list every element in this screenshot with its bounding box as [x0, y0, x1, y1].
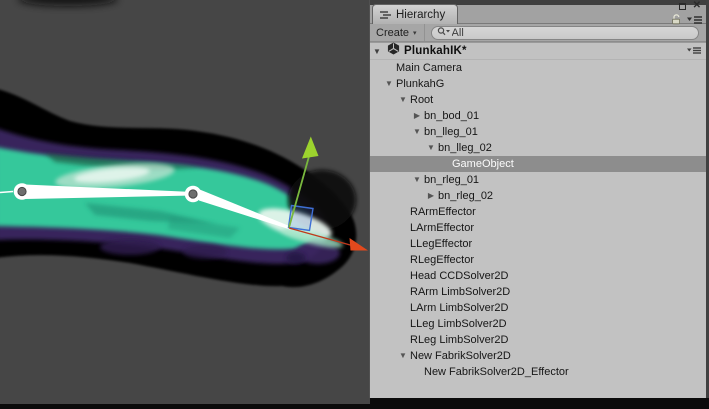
- tree-row[interactable]: LArm LimbSolver2D: [370, 300, 706, 316]
- hierarchy-tree: Main Camera▼PlunkahG▼Root▶bn_bod_01▼bn_l…: [370, 60, 706, 398]
- tree-row-label: LArmEffector: [410, 220, 478, 236]
- search-icon: [437, 24, 450, 42]
- panel-tab-bar: Hierarchy ✕: [370, 0, 706, 24]
- tree-row[interactable]: RLegEffector: [370, 252, 706, 268]
- panel-menu-icon[interactable]: [687, 12, 702, 30]
- tree-row[interactable]: LArmEffector: [370, 220, 706, 236]
- search-input[interactable]: [452, 27, 692, 39]
- lock-icon[interactable]: [671, 12, 682, 30]
- tree-row-label: bn_rleg_02: [438, 188, 497, 204]
- scene-header[interactable]: ▼ PlunkahIK*: [370, 42, 706, 60]
- tree-row[interactable]: ▶bn_rleg_02: [370, 188, 706, 204]
- scene-menu-icon[interactable]: [687, 42, 701, 60]
- maximize-icon[interactable]: [679, 3, 686, 10]
- tree-row[interactable]: ▼bn_lleg_01: [370, 124, 706, 140]
- scene-view[interactable]: [0, 0, 370, 404]
- tree-row-label: bn_lleg_02: [438, 140, 496, 156]
- foldout-arrow[interactable]: ▼: [382, 76, 396, 92]
- tree-row-label: bn_rleg_01: [424, 172, 483, 188]
- tree-row-label: New FabrikSolver2D_Effector: [424, 364, 573, 380]
- tree-row[interactable]: RArm LimbSolver2D: [370, 284, 706, 300]
- tree-row[interactable]: LLeg LimbSolver2D: [370, 316, 706, 332]
- tree-row[interactable]: ▼PlunkahG: [370, 76, 706, 92]
- tree-row-label: GameObject: [452, 156, 518, 172]
- tree-row[interactable]: GameObject: [370, 156, 706, 172]
- tree-row-label: LLegEffector: [410, 236, 476, 252]
- foldout-arrow[interactable]: ▼: [373, 47, 383, 56]
- tree-row[interactable]: ▶bn_bod_01: [370, 108, 706, 124]
- tree-row[interactable]: Head CCDSolver2D: [370, 268, 706, 284]
- foldout-arrow[interactable]: ▼: [396, 92, 410, 108]
- tree-row[interactable]: New FabrikSolver2D_Effector: [370, 364, 706, 380]
- hierarchy-list-icon: [380, 10, 391, 20]
- foldout-arrow[interactable]: ▼: [424, 140, 438, 156]
- tree-row-label: RArm LimbSolver2D: [410, 284, 514, 300]
- tree-row[interactable]: ▼bn_rleg_01: [370, 172, 706, 188]
- tree-row[interactable]: ▼bn_lleg_02: [370, 140, 706, 156]
- search-field[interactable]: [431, 26, 699, 40]
- foldout-arrow[interactable]: ▼: [410, 124, 424, 140]
- tree-row-label: bn_bod_01: [424, 108, 483, 124]
- create-button-label: Create: [376, 27, 409, 39]
- unity-editor-window: Hierarchy ✕: [0, 0, 709, 409]
- tree-row-label: LLeg LimbSolver2D: [410, 316, 511, 332]
- tree-row[interactable]: ▼Root: [370, 92, 706, 108]
- tree-row[interactable]: RArmEffector: [370, 204, 706, 220]
- tree-row-label: LArm LimbSolver2D: [410, 300, 512, 316]
- foldout-arrow[interactable]: ▼: [396, 348, 410, 364]
- tree-row[interactable]: Main Camera: [370, 60, 706, 76]
- create-button[interactable]: Create ▾: [370, 24, 425, 41]
- tree-row-label: New FabrikSolver2D: [410, 348, 515, 364]
- foldout-arrow[interactable]: ▶: [424, 188, 438, 204]
- tree-row[interactable]: ▼New FabrikSolver2D: [370, 348, 706, 364]
- panel-toolbar: Create ▾: [370, 24, 706, 42]
- tree-row-label: RArmEffector: [410, 204, 480, 220]
- tree-row-label: Main Camera: [396, 60, 466, 76]
- hierarchy-panel: Hierarchy ✕: [369, 0, 709, 398]
- foldout-arrow[interactable]: ▼: [410, 172, 424, 188]
- unity-cube-icon: [387, 42, 400, 60]
- foldout-arrow[interactable]: ▶: [410, 108, 424, 124]
- tree-row-label: RLeg LimbSolver2D: [410, 332, 512, 348]
- tree-row[interactable]: RLeg LimbSolver2D: [370, 332, 706, 348]
- close-icon[interactable]: ✕: [693, 1, 701, 11]
- tab-hierarchy[interactable]: Hierarchy: [372, 4, 458, 24]
- tree-row-label: RLegEffector: [410, 252, 478, 268]
- tree-row-label: Root: [410, 92, 437, 108]
- tree-row-label: Head CCDSolver2D: [410, 268, 512, 284]
- chevron-down-icon: ▾: [413, 29, 417, 37]
- tree-row-label: PlunkahG: [396, 76, 448, 92]
- tree-row-label: bn_lleg_01: [424, 124, 482, 140]
- tab-title: Hierarchy: [396, 9, 445, 21]
- tree-row[interactable]: LLegEffector: [370, 236, 706, 252]
- scene-name: PlunkahIK*: [404, 45, 467, 57]
